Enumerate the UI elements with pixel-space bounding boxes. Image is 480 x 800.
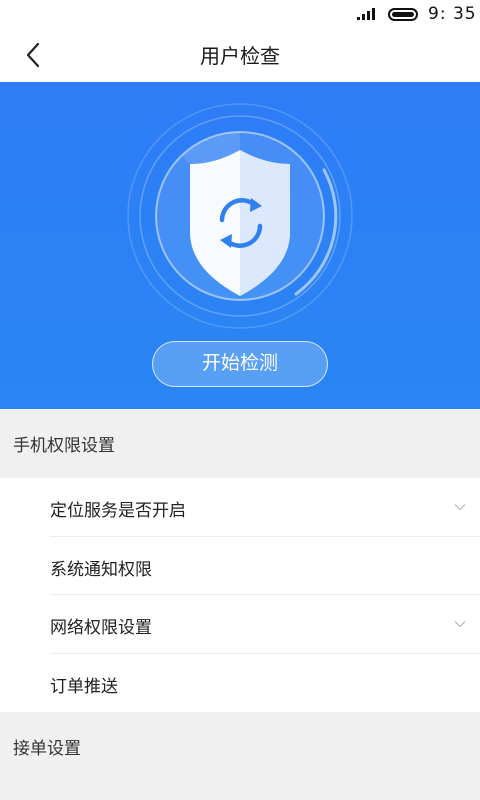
list-item-label: 网络权限设置: [50, 618, 152, 638]
security-shield-icon: [127, 103, 353, 329]
permissions-list: 定位服务是否开启 系统通知权限 网络权限设置 订单推送: [0, 478, 480, 712]
list-item-location[interactable]: 定位服务是否开启: [50, 478, 480, 537]
status-bar: 9: 35: [0, 0, 480, 28]
list-item-label: 系统通知权限: [50, 559, 152, 580]
list-item-label: 定位服务是否开启: [50, 501, 186, 521]
list-item-order-push[interactable]: 订单推送: [50, 654, 480, 713]
section-header-permissions: 手机权限设置: [0, 409, 480, 477]
section-header-order-settings[interactable]: 接单设置: [0, 712, 480, 780]
chevron-down-icon: [454, 621, 466, 628]
section-title: 接单设置: [13, 739, 81, 759]
list-item-notification[interactable]: 系统通知权限: [50, 537, 480, 595]
list-item-label: 订单推送: [50, 676, 118, 697]
list-item-network[interactable]: 网络权限设置: [50, 595, 480, 654]
battery-icon: [388, 8, 418, 21]
start-check-button[interactable]: 开始检测: [152, 341, 328, 387]
signal-icon: [357, 8, 375, 20]
page-title: 用户检查: [200, 44, 280, 68]
chevron-down-icon: [454, 504, 466, 511]
clock: 9: 35: [428, 4, 477, 24]
title-bar: 用户检查: [0, 28, 480, 82]
section-title: 手机权限设置: [13, 436, 115, 456]
hero-panel: 开始检测: [0, 82, 480, 409]
